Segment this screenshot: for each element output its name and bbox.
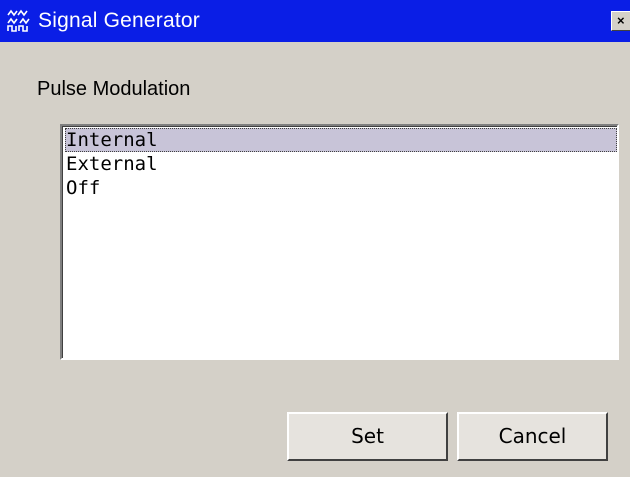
title-bar[interactable]: Signal Generator × <box>0 0 630 42</box>
list-item-off[interactable]: Off <box>65 176 617 200</box>
window-title: Signal Generator <box>38 9 200 32</box>
pulse-modulation-label: Pulse Modulation <box>37 78 191 100</box>
set-button[interactable]: Set <box>287 412 448 461</box>
cancel-button[interactable]: Cancel <box>457 412 608 461</box>
close-button[interactable]: × <box>611 11 630 31</box>
list-item-external[interactable]: External <box>65 152 617 176</box>
signal-generator-icon <box>7 9 30 32</box>
signal-generator-dialog: Signal Generator × Pulse Modulation Inte… <box>0 0 630 477</box>
pulse-modulation-listbox[interactable]: Internal External Off <box>60 124 619 360</box>
list-item-internal[interactable]: Internal <box>65 128 617 152</box>
